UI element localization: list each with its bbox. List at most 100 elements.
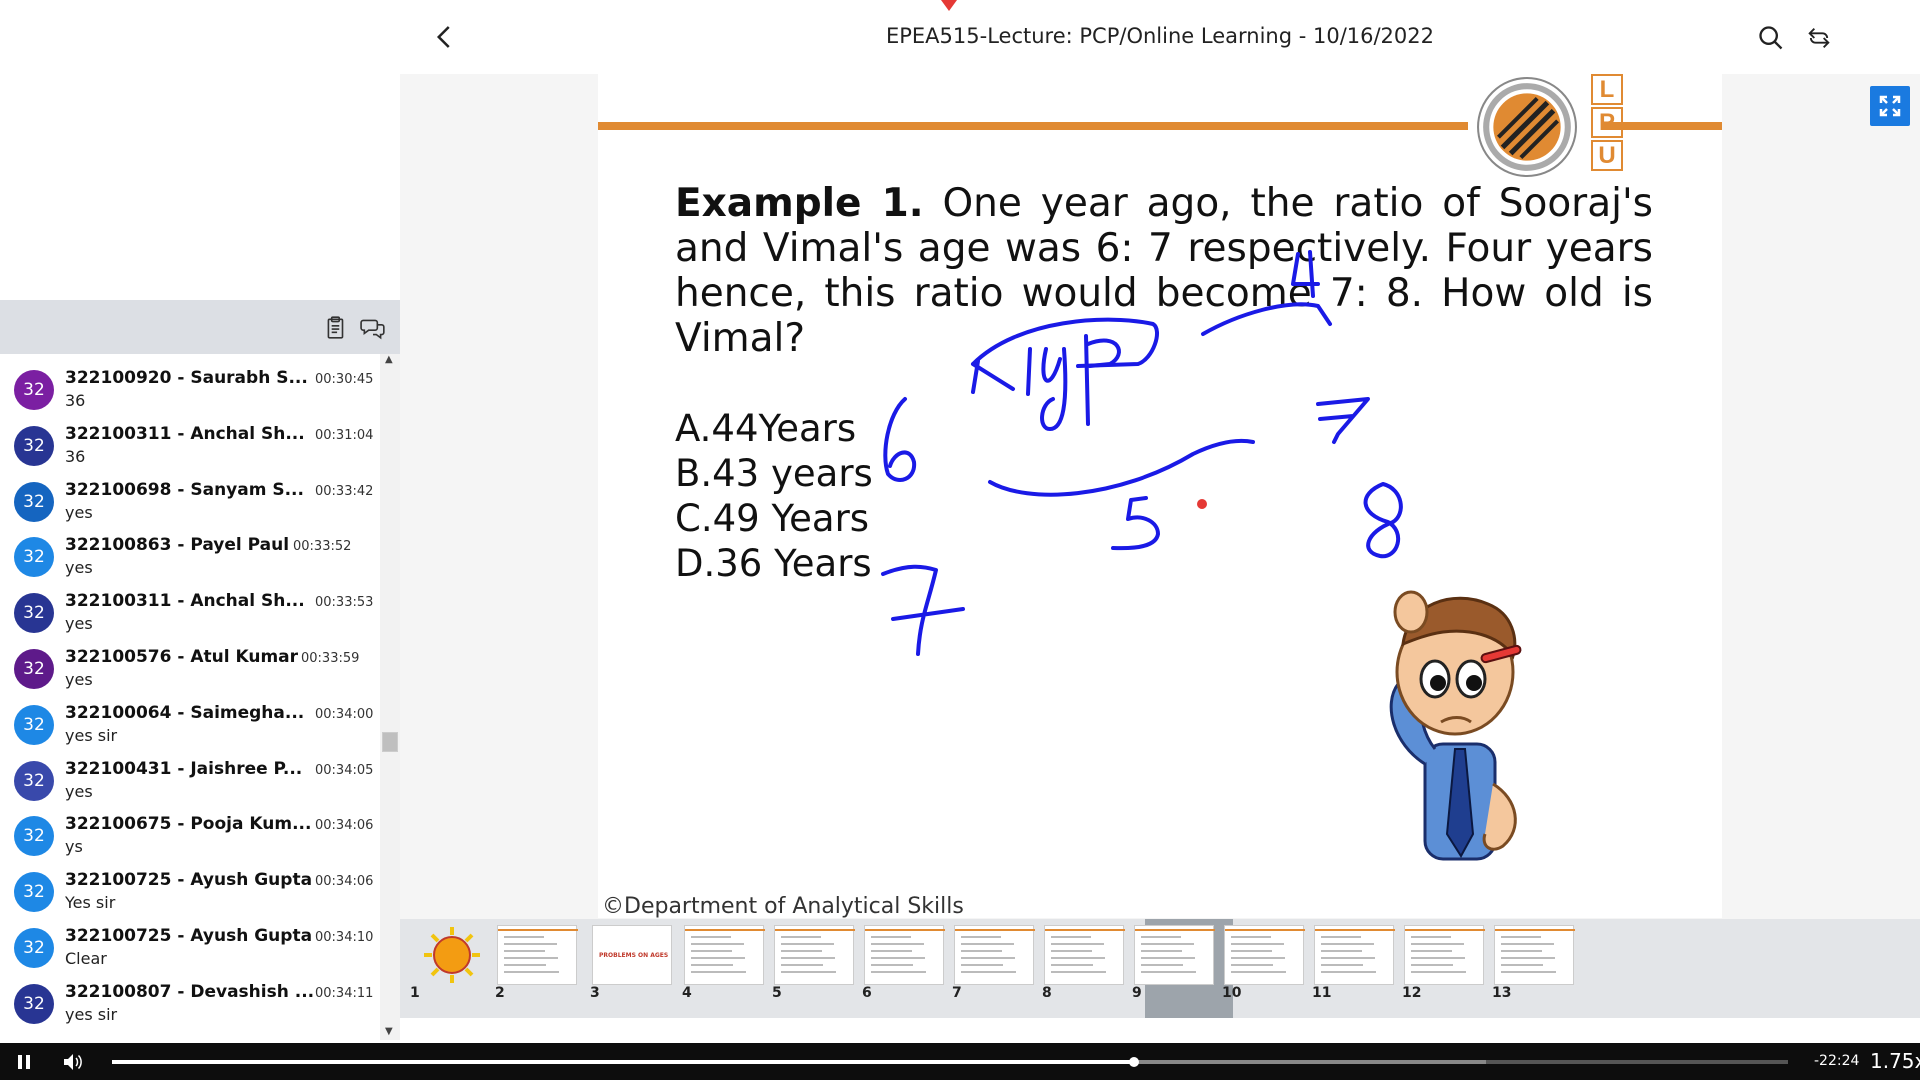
search-icon[interactable] (1757, 24, 1785, 52)
chat-message: 32 322100698 - Sanyam S... 00:33:42 yes (0, 466, 380, 522)
time-remaining: -22:24 (1814, 1053, 1860, 1069)
thumbnail-number: 8 (1042, 985, 1052, 1001)
avatar: 32 (14, 425, 54, 466)
thumbnail-number: 5 (772, 985, 782, 1001)
message-text: yes (65, 558, 93, 578)
chat-message: 32 322100807 - Devashish ... 00:34:11 yes s… (0, 968, 380, 1024)
message-time: 00:31:04 (315, 427, 374, 443)
slide-thumbnail[interactable] (864, 925, 945, 985)
fullscreen-button[interactable] (1870, 86, 1910, 126)
page-title: EPEA515-Lecture: PCP/Online Learning - 1… (885, 24, 1435, 48)
message-text: yes (65, 502, 93, 522)
message-text: yes (65, 669, 93, 689)
sender-name: 322100064 - Saimegha... (65, 702, 305, 723)
playback-speed-button[interactable]: 1.75x (1870, 1049, 1920, 1073)
sender-name: 322100698 - Sanyam S... (65, 479, 304, 500)
sender-name: 322100725 - Ayush Gupta (65, 870, 313, 891)
avatar: 32 (14, 370, 54, 410)
chat-message: 32 322100675 - Pooja Kum... 00:34:06 ys (0, 800, 380, 857)
slide-thumbnail[interactable] (684, 925, 765, 985)
video-placeholder (0, 0, 400, 300)
message-time: 00:34:06 (315, 818, 374, 834)
slide-thumbnail[interactable] (1404, 925, 1485, 985)
slide-thumbnail[interactable] (1224, 925, 1305, 985)
sun-icon (424, 927, 480, 983)
slide: L P U Example 1. One year ago, the ratio… (598, 74, 1722, 918)
thumbnail-number: 1 (410, 985, 420, 1001)
slide-thumbnail[interactable] (954, 925, 1035, 985)
scroll-thumb[interactable] (382, 732, 398, 752)
message-time: 00:33:42 (315, 483, 374, 499)
avatar: 32 (14, 704, 54, 745)
message-text: yes (65, 614, 93, 634)
sender-name: 322100431 - Jaishree P... (65, 758, 303, 779)
message-text: yes sir (65, 725, 118, 745)
message-text: ys (65, 837, 83, 857)
sender-name: 322100920 - Saurabh S... (65, 368, 308, 388)
slide-footer: ©Department of Analytical Skills (602, 894, 964, 918)
volume-icon[interactable] (62, 1052, 84, 1072)
progress-knob[interactable] (1129, 1057, 1140, 1067)
slide-thumbnail[interactable]: PROBLEMS ON AGES (592, 925, 672, 985)
avatar: 32 (14, 481, 54, 522)
avatar: 32 (14, 760, 54, 801)
message-time: 00:34:10 (315, 929, 374, 945)
slide-thumbnail[interactable] (412, 925, 492, 985)
chat-message: 32 322100311 - Anchal Sh... 00:31:04 36 (0, 410, 380, 466)
thumbnail-number: 12 (1402, 985, 1422, 1001)
message-time: 00:33:53 (315, 595, 374, 611)
chat-message: 32 322100576 - Atul Kumar 00:33:59 yes (0, 633, 380, 689)
chat-message: 32 322100725 - Ayush Gupta 00:34:06 Yes sir (0, 856, 380, 913)
slide-thumbnail-strip[interactable]: 1 2 PROBLEMS ON AGES 3 4 5 6 7 8 9 10 11 12 13 (400, 919, 1920, 1018)
slide-thumbnail[interactable] (1494, 925, 1575, 985)
chat-message-list[interactable]: 32 322100920 - Saurabh S... 00:30:45 36 32 32… (0, 354, 380, 1040)
slide-thumbnail[interactable] (497, 925, 578, 985)
thumbnail-number: 13 (1492, 985, 1512, 1001)
message-text: Clear (65, 948, 107, 968)
thumbnail-caption: PROBLEMS ON AGES (599, 952, 669, 959)
scroll-up-arrow[interactable]: ▲ (385, 354, 393, 365)
chat-toolbar (0, 300, 400, 354)
strip-spacer (400, 1018, 1920, 1043)
slide-thumbnail[interactable] (1314, 925, 1395, 985)
rotate-icon[interactable] (1805, 24, 1833, 52)
message-time: 00:33:59 (301, 650, 360, 666)
thumbnail-number: 9 (1132, 985, 1142, 1001)
avatar: 32 (14, 593, 54, 634)
sender-name: 322100576 - Atul Kumar (65, 646, 299, 667)
ink-annotations (881, 250, 1403, 656)
message-time: 00:34:06 (315, 874, 374, 890)
progress-bar[interactable] (112, 1057, 1788, 1067)
sender-name: 322100863 - Payel Paul (65, 535, 290, 556)
sender-name: 322100675 - Pooja Kum... (65, 814, 312, 835)
avatar: 32 (14, 872, 54, 913)
chat-bubbles-icon[interactable] (360, 315, 386, 341)
message-time: 00:34:05 (315, 762, 374, 778)
chat-message: 32 322100431 - Jaishree P... 00:34:05 yes (0, 745, 380, 801)
message-time: 00:33:52 (293, 539, 352, 555)
thumbnail-number: 2 (495, 985, 505, 1001)
message-time: 00:30:45 (315, 372, 374, 387)
chat-message: 32 322100725 - Ayush Gupta 00:34:10 Clear (0, 912, 380, 968)
expand-icon (1879, 95, 1901, 117)
message-time: 00:34:11 (315, 985, 374, 1001)
clipboard-icon[interactable] (323, 315, 349, 341)
chat-panel: 32 322100920 - Saurabh S... 00:30:45 36 32 32… (0, 0, 400, 1043)
avatar: 32 (14, 648, 54, 689)
scroll-down-arrow[interactable]: ▼ (385, 1026, 393, 1037)
chat-scrollbar[interactable]: ▲ ▼ (380, 354, 400, 1040)
slide-thumbnail[interactable] (774, 925, 855, 985)
message-text: Yes sir (65, 893, 116, 913)
progress-fill (112, 1060, 1135, 1064)
thumbnail-number: 11 (1312, 985, 1332, 1001)
slide-thumbnail[interactable] (1134, 925, 1215, 985)
header-bar: EPEA515-Lecture: PCP/Online Learning - 1… (400, 0, 1920, 74)
thumbnail-number: 6 (862, 985, 872, 1001)
thumbnail-number: 3 (590, 985, 600, 1001)
message-text: yes sir (65, 1004, 118, 1024)
pause-icon[interactable] (16, 1054, 32, 1070)
slide-thumbnail[interactable] (1044, 925, 1125, 985)
sender-name: 322100807 - Devashish ... (65, 981, 315, 1002)
message-text: 36 (65, 446, 86, 466)
thumbnail-number: 7 (952, 985, 962, 1001)
